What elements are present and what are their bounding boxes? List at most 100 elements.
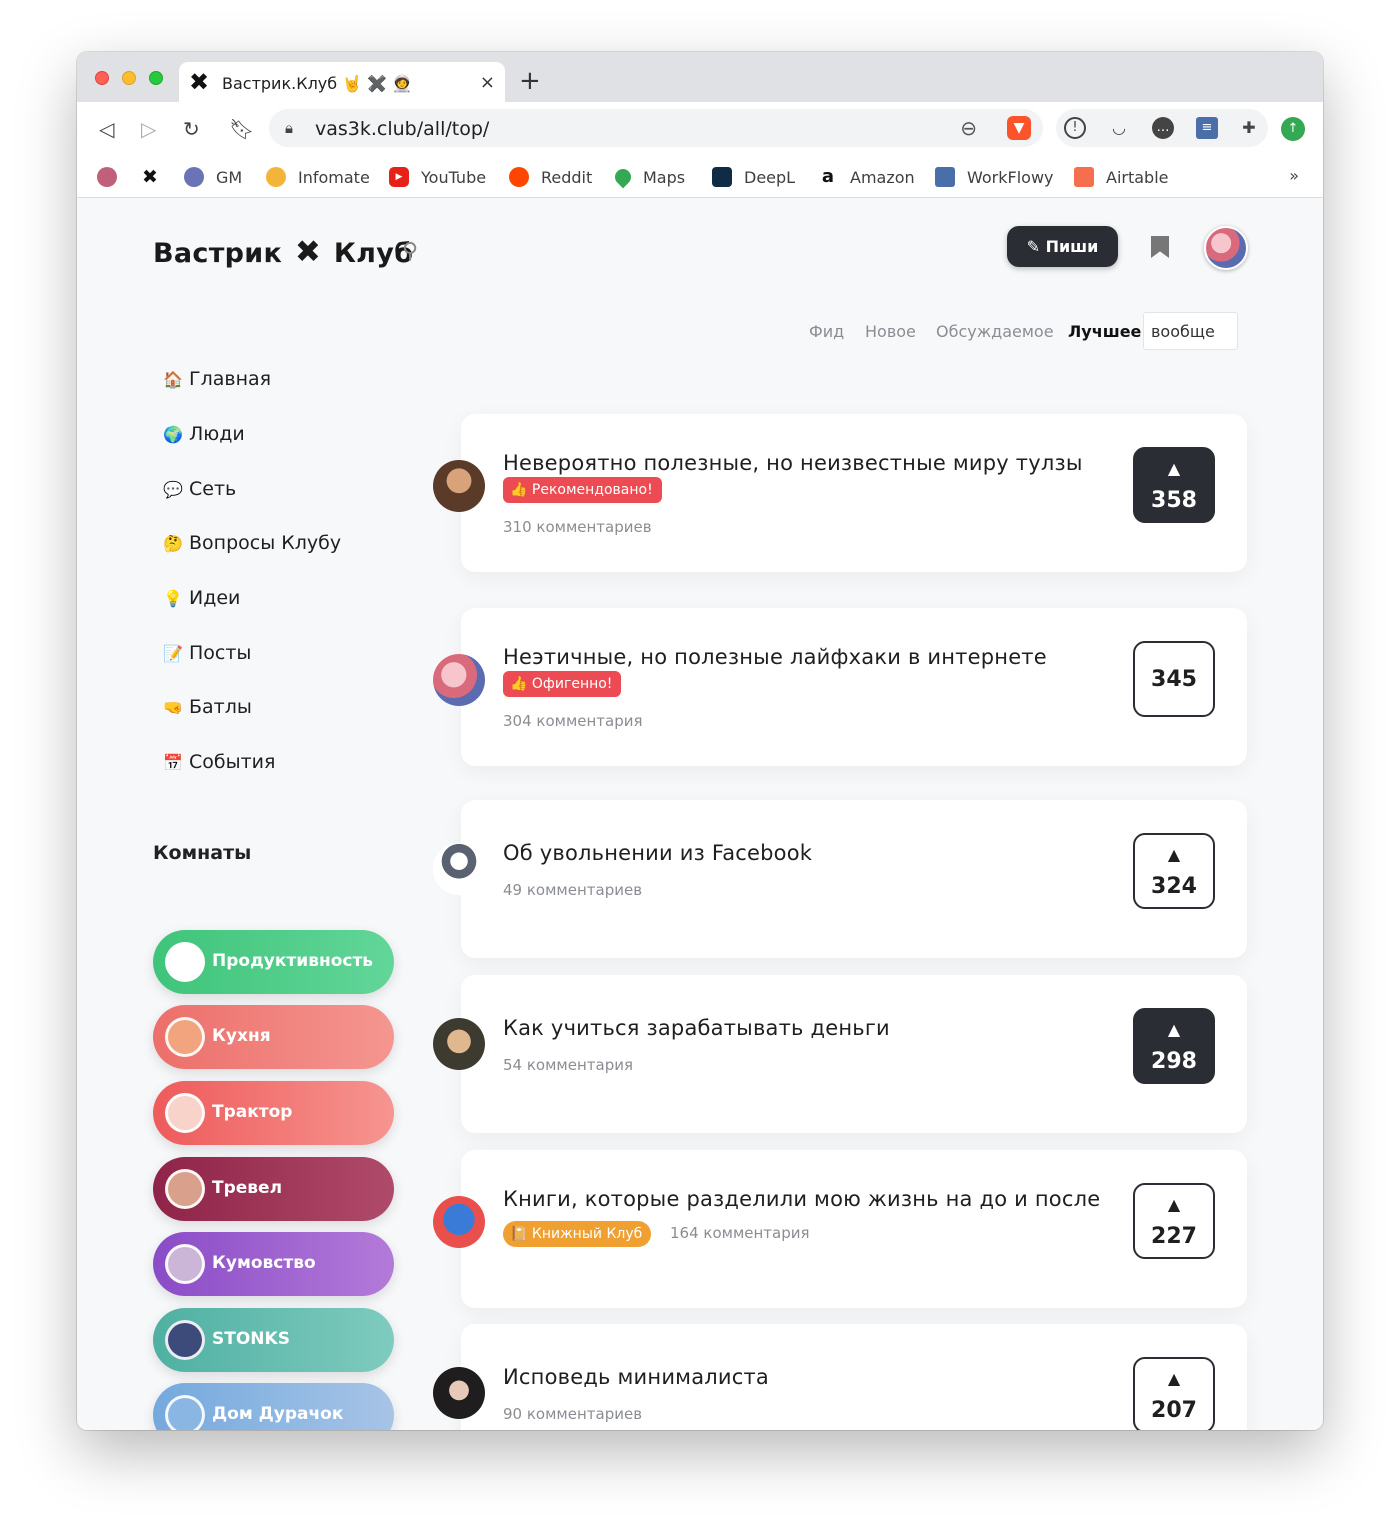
sidebar-item-battles[interactable]: 🤜 Батлы <box>163 696 383 724</box>
post-title[interactable]: Исповедь минималиста <box>503 1365 769 1389</box>
sidebar-item-questions[interactable]: 🤔 Вопросы Клубу <box>163 532 383 560</box>
sidebar-item-label: Идеи <box>189 587 241 609</box>
zoom-icon[interactable]: ⊖ <box>960 116 977 140</box>
user-avatar[interactable] <box>1204 226 1248 270</box>
upvote-button[interactable]: ▲ 227 <box>1133 1183 1215 1259</box>
filter-best[interactable]: Лучшее <box>1068 322 1141 341</box>
post-card[interactable] <box>461 800 1247 958</box>
bookmark-item[interactable]: ▶ YouTube <box>389 166 486 188</box>
chat-icon[interactable]: … <box>1152 117 1174 139</box>
comment-count[interactable]: 90 комментариев <box>503 1405 642 1423</box>
room-item[interactable]: STONKS <box>153 1308 394 1372</box>
close-window-button[interactable] <box>95 71 109 85</box>
room-item[interactable]: Кумовство <box>153 1232 394 1296</box>
thinking-face-icon: 🤔 <box>163 534 183 553</box>
profile-avatar-icon <box>97 167 117 187</box>
bookmarks-bar: ✖ GM Infomate ▶ YouTube Reddit Maps DeepL… <box>77 156 1323 198</box>
forward-icon[interactable]: ▷ <box>141 117 156 141</box>
upvote-button[interactable]: 345 <box>1133 641 1215 717</box>
site-logo[interactable]: Вастрик ✖ Клуб <box>153 234 413 270</box>
upvote-button[interactable]: ▲ 207 <box>1133 1357 1215 1430</box>
upvote-button[interactable]: ▲ 298 <box>1133 1008 1215 1084</box>
zoom-window-button[interactable] <box>149 71 163 85</box>
comment-count[interactable]: 164 комментария <box>670 1224 810 1242</box>
sidebar-item-ideas[interactable]: 💡 Идеи <box>163 587 383 615</box>
author-avatar[interactable] <box>433 1018 485 1070</box>
search-icon[interactable]: ⚲ <box>402 239 418 264</box>
filter-feed[interactable]: Фид <box>809 322 844 341</box>
author-avatar[interactable] <box>433 843 485 895</box>
filter-new[interactable]: Новое <box>865 322 916 341</box>
new-tab-button[interactable]: + <box>519 68 541 94</box>
back-icon[interactable]: ◁ <box>99 117 114 141</box>
sidebar-item-label: Батлы <box>189 696 252 718</box>
post-card[interactable] <box>461 975 1247 1133</box>
bookmark-item[interactable]: Reddit <box>509 166 592 188</box>
bookmark-item[interactable]: Maps <box>611 165 685 189</box>
extensions-puzzle-icon[interactable]: ✚ <box>1238 117 1260 139</box>
bookmark-item[interactable]: DeepL <box>712 166 795 188</box>
sidebar-item-events[interactable]: 📅 События <box>163 751 383 779</box>
comment-count[interactable]: 54 комментария <box>503 1056 633 1074</box>
tab-close-icon[interactable]: × <box>480 72 495 93</box>
author-avatar[interactable] <box>433 1367 485 1419</box>
filter-discussed[interactable]: Обсуждаемое <box>936 322 1054 341</box>
upvote-arrow-icon: ▲ <box>1167 845 1181 864</box>
sidebar-item-posts[interactable]: 📝 Посты <box>163 642 383 670</box>
address-bar[interactable]: 🔒︎ vas3k.club/all/top/ ⊖ ▼ <box>269 109 1043 147</box>
bookmarks-overflow-icon[interactable]: » <box>1289 166 1299 185</box>
active-tab[interactable]: ✖ Вастрик.Клуб 🤘 ✖️ 🧑‍🚀 × <box>179 62 505 102</box>
post-title[interactable]: Невероятно полезные, но неизвестные миру… <box>503 451 1083 475</box>
comment-count[interactable]: 304 комментария <box>503 712 643 730</box>
room-item[interactable]: Кухня <box>153 1005 394 1069</box>
sidebar-item-network[interactable]: 💬 Сеть <box>163 478 383 506</box>
bookmark-label: Infomate <box>298 167 370 187</box>
sidebar-item-home[interactable]: 🏠 Главная <box>163 368 383 396</box>
author-avatar[interactable] <box>433 460 485 512</box>
people-icon <box>165 1244 205 1284</box>
post-title[interactable]: Книги, которые разделили мою жизнь на до… <box>503 1187 1100 1211</box>
bookmark-item[interactable]: a Amazon <box>818 166 915 188</box>
airtable-icon <box>1074 167 1094 187</box>
room-item[interactable]: Трактор <box>153 1081 394 1145</box>
pocket-icon[interactable]: ◡ <box>1108 117 1130 139</box>
amazon-icon: a <box>821 166 835 187</box>
bookmark-item[interactable]: WorkFlowy <box>935 166 1054 188</box>
post-title[interactable]: Об увольнении из Facebook <box>503 841 812 865</box>
write-post-button[interactable]: ✎ Пиши <box>1007 226 1118 267</box>
brave-shield-icon[interactable]: ▼ <box>1007 116 1031 140</box>
tab-bar: ✖ Вастрик.Клуб 🤘 ✖️ 🧑‍🚀 × + <box>77 52 1323 102</box>
write-button-label: Пиши <box>1045 237 1099 256</box>
post-title[interactable]: Как учиться зарабатывать деньги <box>503 1016 890 1040</box>
author-avatar[interactable] <box>433 654 485 706</box>
house-icon: 🏠 <box>163 370 183 389</box>
post-title[interactable]: Неэтичные, но полезные лайфхаки в интерн… <box>503 645 1047 669</box>
url-text[interactable]: vas3k.club/all/top/ <box>315 118 489 140</box>
browser-toolbar: ◁ ▷ ↻ 🔖︎ 🔒︎ vas3k.club/all/top/ ⊖ ▼ ! ◡ … <box>77 102 1323 156</box>
comment-count[interactable]: 49 комментариев <box>503 881 642 899</box>
upvote-button[interactable]: ▲ 324 <box>1133 833 1215 909</box>
room-item[interactable]: Тревел <box>153 1157 394 1221</box>
bookmark-page-icon[interactable]: 🔖︎ <box>229 117 254 141</box>
bookmark-item[interactable]: GM <box>184 166 242 188</box>
author-avatar[interactable] <box>433 1196 485 1248</box>
period-select[interactable]: вообще <box>1143 312 1238 350</box>
minimize-window-button[interactable] <box>122 71 136 85</box>
bookmark-item[interactable]: Airtable <box>1074 166 1169 188</box>
bookmark-item[interactable] <box>97 166 129 188</box>
room-item[interactable]: Дом Дурачок <box>153 1383 394 1430</box>
browser-window: ✖ Вастрик.Клуб 🤘 ✖️ 🧑‍🚀 × + ◁ ▷ ↻ 🔖︎ 🔒︎ … <box>77 52 1323 1430</box>
room-item[interactable]: Продуктивность <box>153 930 394 994</box>
list-icon[interactable]: ≡ <box>1196 117 1218 139</box>
sidebar-item-people[interactable]: 🌍 Люди <box>163 423 383 451</box>
bookmark-label: Reddit <box>541 167 593 187</box>
upvote-button[interactable]: ▲ 358 <box>1133 447 1215 523</box>
bookmark-item[interactable]: Infomate <box>266 166 370 188</box>
update-icon[interactable]: ↑ <box>1281 117 1305 141</box>
bookmark-item[interactable]: ✖ <box>140 166 172 188</box>
clock-icon <box>165 942 205 982</box>
comment-count[interactable]: 310 комментариев <box>503 518 652 536</box>
reload-icon[interactable]: ↻ <box>183 117 200 141</box>
bookmarks-icon[interactable] <box>1151 236 1169 258</box>
onepassword-icon[interactable]: ! <box>1064 117 1086 139</box>
